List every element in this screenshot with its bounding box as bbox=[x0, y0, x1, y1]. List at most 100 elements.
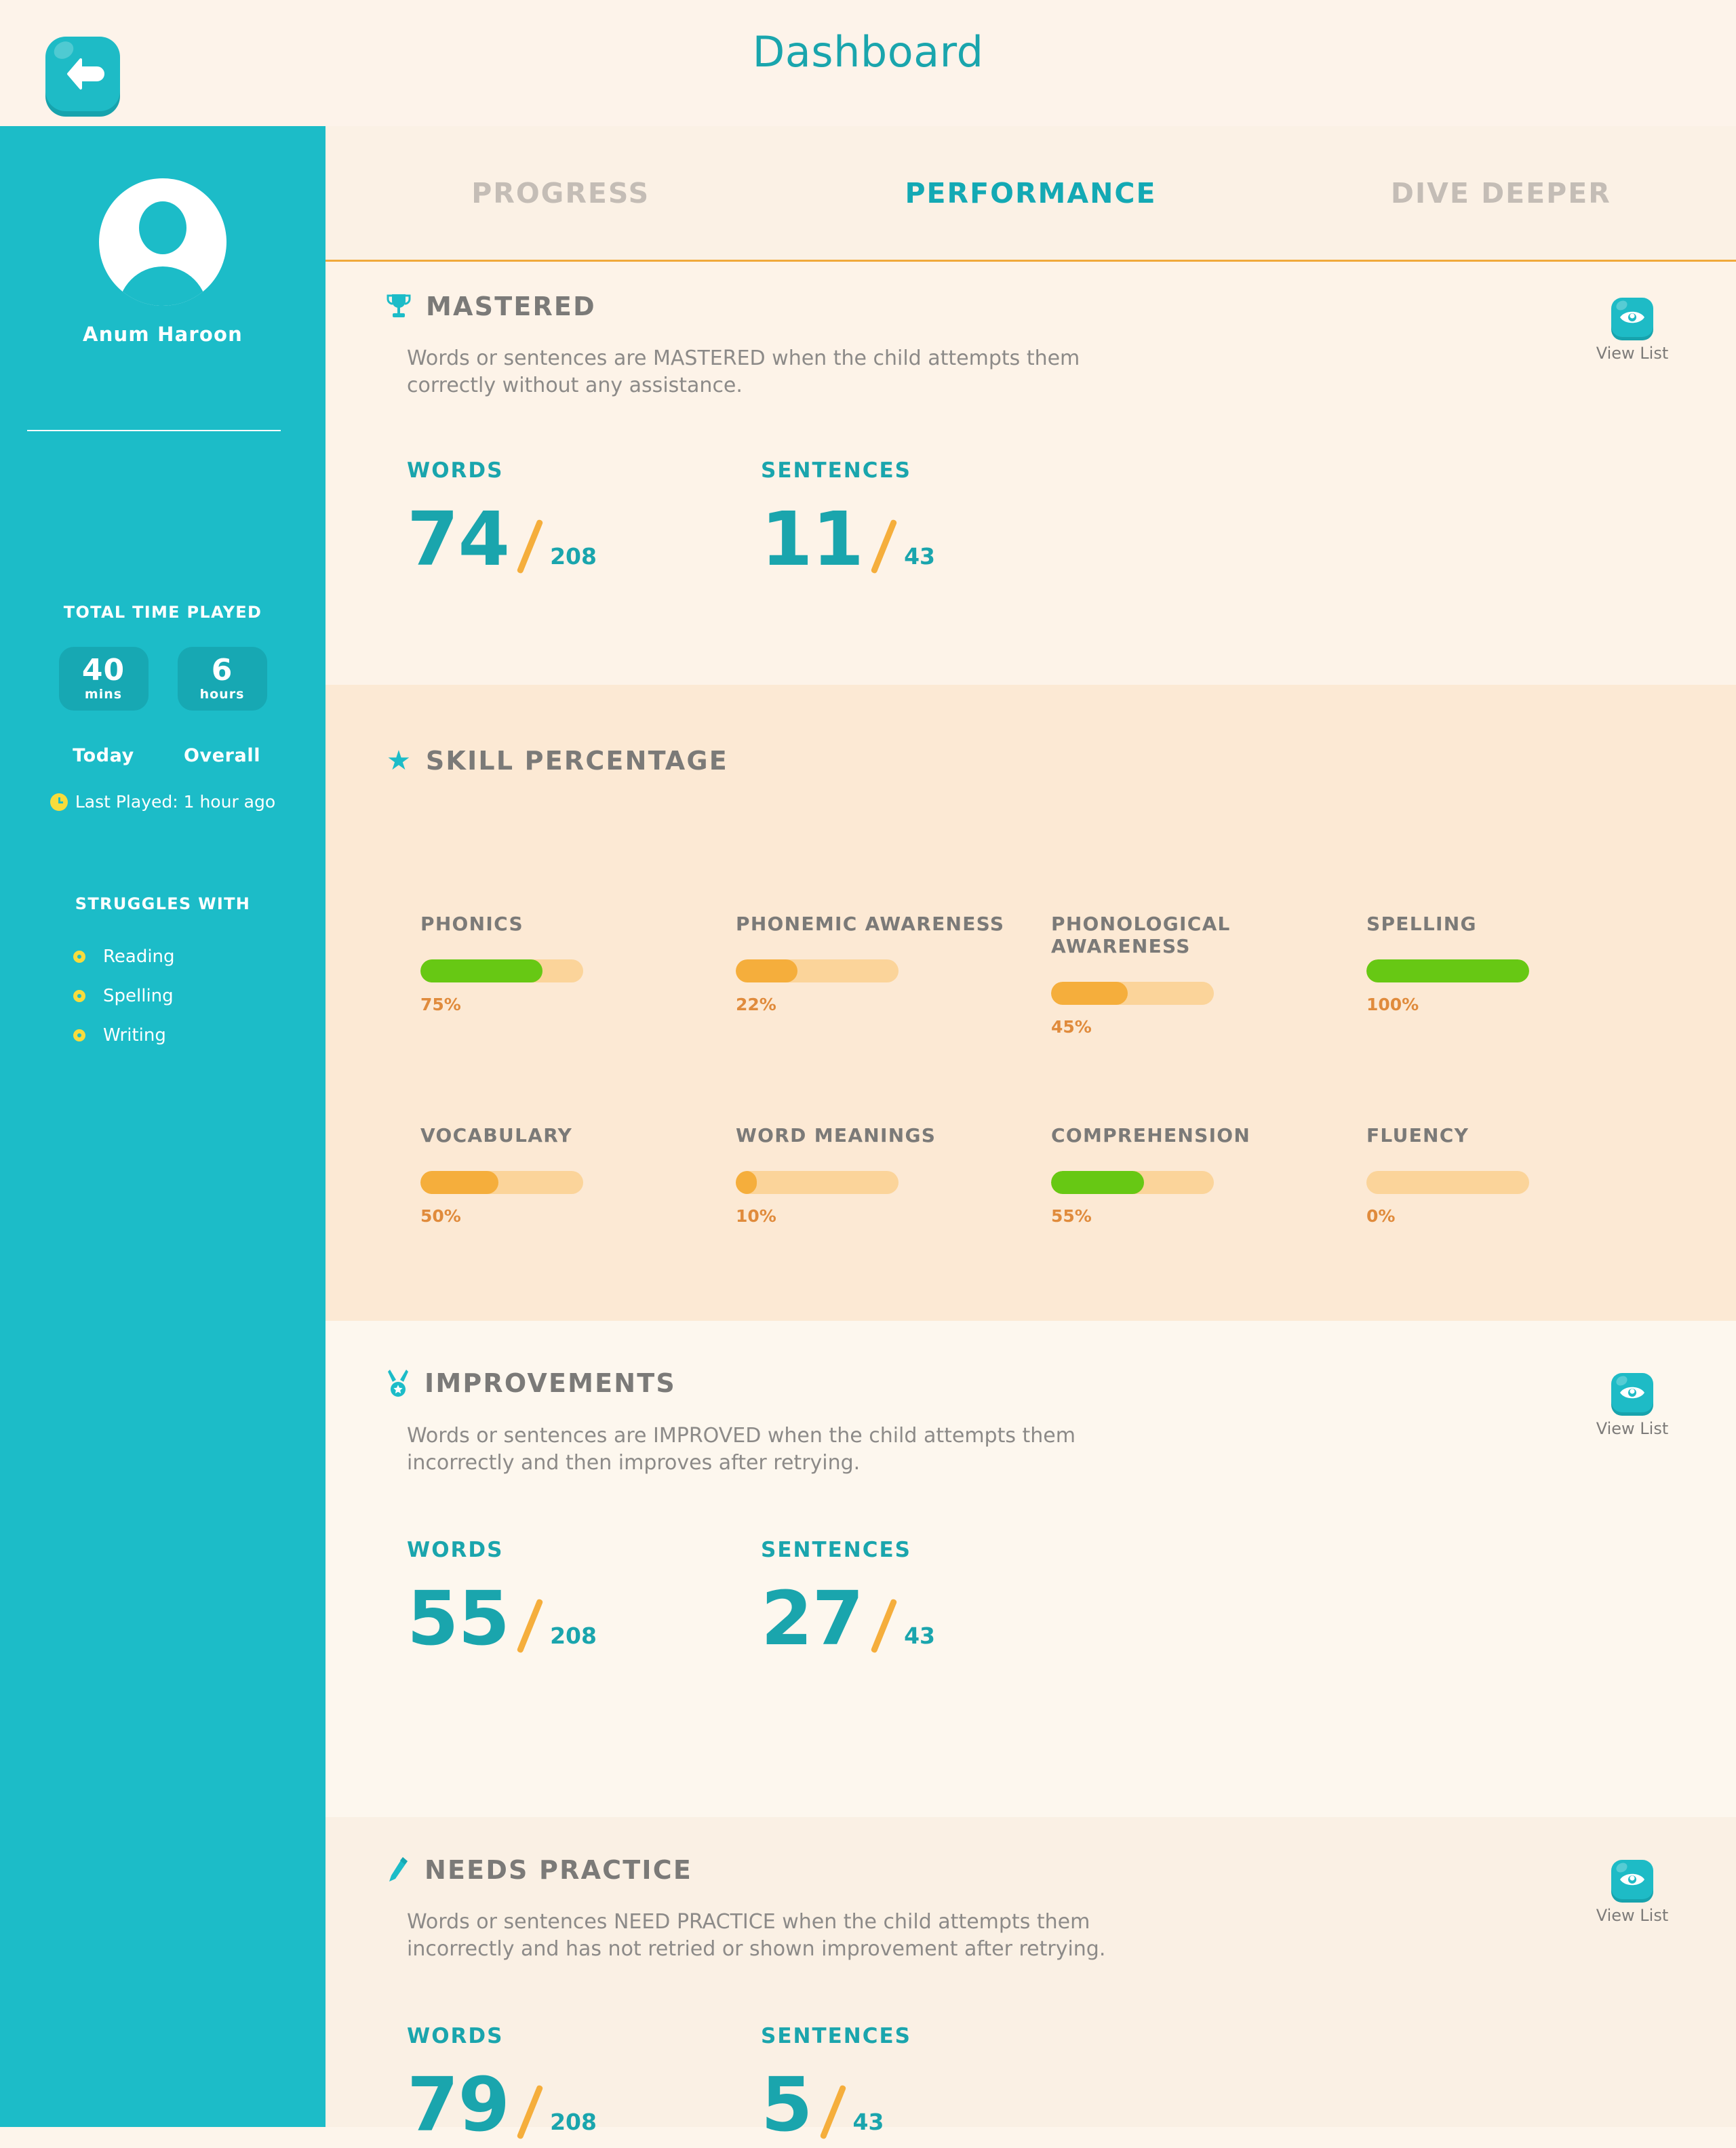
progress-fill bbox=[1051, 982, 1128, 1005]
improvements-description: Words or sentences are IMPROVED when the… bbox=[407, 1424, 1076, 1475]
stat-value: 74 208 bbox=[407, 495, 761, 582]
stat-total: 208 bbox=[550, 1623, 597, 1649]
skill-label: FLUENCY bbox=[1366, 1124, 1469, 1147]
progress-bar bbox=[736, 959, 899, 982]
time-captions: Today Overall bbox=[0, 745, 326, 766]
slash-icon bbox=[821, 2074, 850, 2139]
view-list-label: View List bbox=[1596, 1906, 1669, 1925]
time-overall-caption: Overall bbox=[183, 745, 261, 766]
last-played: Last Played: 1 hour ago bbox=[0, 792, 326, 812]
view-list-button-improvements[interactable]: View List bbox=[1588, 1373, 1676, 1438]
slash-icon bbox=[871, 1588, 901, 1653]
stat-value: 55 208 bbox=[407, 1577, 761, 1656]
view-list-label: View List bbox=[1596, 344, 1669, 363]
stat-total: 43 bbox=[904, 1623, 936, 1649]
stat-label: SENTENCES bbox=[761, 1538, 911, 1562]
improvements-stats: WORDS 55 208 SENTENCES 27 43 bbox=[407, 1538, 1115, 1656]
progress-bar bbox=[736, 1171, 899, 1194]
main-content: PROGRESS PERFORMANCE DIVE DEEPER MASTERE… bbox=[326, 126, 1736, 2142]
skill-item-phonological-awareness: PHONOLOGICAL AWARENESS 45% bbox=[1051, 913, 1366, 1037]
medal-icon bbox=[388, 1370, 408, 1397]
skill-percent: 55% bbox=[1051, 1206, 1092, 1226]
slash-icon bbox=[517, 2074, 547, 2139]
progress-fill bbox=[420, 959, 542, 982]
bullet-icon bbox=[73, 951, 85, 963]
skill-percent: 0% bbox=[1366, 1206, 1396, 1226]
skill-label: PHONEMIC AWARENESS bbox=[736, 913, 1005, 935]
avatar-head bbox=[139, 201, 186, 254]
sidebar: Anum Haroon TOTAL TIME PLAYED 40 mins 6 … bbox=[0, 126, 326, 2127]
mastered-stats: WORDS 74 208 SENTENCES 11 43 bbox=[407, 458, 1115, 582]
skill-label: PHONOLOGICAL AWARENESS bbox=[1051, 913, 1231, 957]
section-title: MASTERED bbox=[426, 292, 596, 321]
needs-practice-stats: WORDS 79 208 SENTENCES 5 43 bbox=[407, 2024, 1115, 2148]
skill-item-phonics: PHONICS 75% bbox=[420, 913, 736, 1037]
view-list-button-needs-practice[interactable]: View List bbox=[1588, 1860, 1676, 1925]
struggle-label: Writing bbox=[103, 1025, 166, 1046]
stat-number: 74 bbox=[407, 495, 510, 582]
eye-icon-box bbox=[1611, 1373, 1653, 1412]
progress-fill bbox=[420, 1171, 499, 1194]
skill-item-word-meanings: WORD MEANINGS 10% bbox=[736, 1124, 1051, 1226]
progress-bar bbox=[1051, 1171, 1214, 1194]
list-item: Reading bbox=[73, 937, 175, 976]
stat-label: WORDS bbox=[407, 458, 504, 483]
skill-percent: 10% bbox=[736, 1206, 776, 1226]
needs-practice-description: Words or sentences NEED PRACTICE when th… bbox=[407, 1910, 1106, 1961]
struggle-label: Spelling bbox=[103, 986, 174, 1006]
list-item: Spelling bbox=[73, 976, 175, 1016]
progress-bar bbox=[420, 1171, 583, 1194]
skill-percent: 22% bbox=[736, 995, 776, 1014]
stat-label: SENTENCES bbox=[761, 458, 911, 483]
stat-sentences: SENTENCES 11 43 bbox=[761, 458, 1115, 576]
pencil-icon bbox=[389, 1857, 408, 1882]
bullet-icon bbox=[73, 990, 85, 1002]
skill-percent: 50% bbox=[420, 1206, 461, 1226]
progress-bar bbox=[1366, 959, 1529, 982]
skill-label: VOCABULARY bbox=[420, 1124, 573, 1147]
stat-words: WORDS 55 208 bbox=[407, 1538, 761, 1656]
slash-icon bbox=[871, 509, 901, 574]
section-improvements: IMPROVEMENTS Words or sentences are IMPR… bbox=[326, 1321, 1736, 1817]
time-box-today: 40 mins bbox=[58, 647, 149, 711]
improvements-heading: IMPROVEMENTS bbox=[387, 1368, 676, 1398]
tab-performance[interactable]: PERFORMANCE bbox=[795, 177, 1265, 210]
progress-fill bbox=[1366, 959, 1529, 982]
time-overall-unit: hours bbox=[199, 687, 245, 702]
view-list-button-mastered[interactable]: View List bbox=[1588, 298, 1676, 363]
skill-label: SPELLING bbox=[1366, 913, 1477, 935]
stat-value: 27 43 bbox=[761, 1577, 1115, 1656]
skill-item-vocabulary: VOCABULARY 50% bbox=[420, 1124, 736, 1226]
section-title: SKILL PERCENTAGE bbox=[425, 746, 728, 776]
tab-progress[interactable]: PROGRESS bbox=[326, 177, 795, 210]
trophy-icon bbox=[387, 294, 411, 317]
time-overall-value: 6 bbox=[211, 653, 233, 688]
progress-bar bbox=[1366, 1171, 1529, 1194]
star-icon: ★ bbox=[387, 745, 411, 776]
eye-icon-box bbox=[1611, 298, 1653, 337]
stat-words: WORDS 74 208 bbox=[407, 458, 761, 582]
stat-total: 208 bbox=[550, 543, 597, 570]
mastered-description: Words or sentences are MASTERED when the… bbox=[407, 346, 1080, 397]
time-box-overall: 6 hours bbox=[177, 647, 267, 711]
stat-value: 5 43 bbox=[761, 2061, 1115, 2148]
time-today-caption: Today bbox=[73, 745, 134, 766]
stat-sentences: SENTENCES 27 43 bbox=[761, 1538, 1115, 1656]
tab-dive-deeper[interactable]: DIVE DEEPER bbox=[1266, 177, 1736, 210]
stat-total: 43 bbox=[852, 2109, 884, 2135]
last-played-text: Last Played: 1 hour ago bbox=[75, 792, 276, 812]
section-needs-practice: NEEDS PRACTICE Words or sentences NEED P… bbox=[326, 1817, 1736, 2142]
stat-total: 208 bbox=[550, 2109, 597, 2135]
time-today-value: 40 bbox=[81, 653, 125, 688]
stat-number: 5 bbox=[761, 2061, 813, 2148]
avatar bbox=[99, 178, 226, 306]
skill-heading: ★ SKILL PERCENTAGE bbox=[387, 746, 728, 776]
struggles-list: Reading Spelling Writing bbox=[73, 937, 175, 1055]
skill-percent: 45% bbox=[1051, 1017, 1092, 1037]
slash-icon bbox=[517, 1588, 547, 1653]
eye-icon bbox=[1620, 1873, 1644, 1886]
skill-label: COMPREHENSION bbox=[1051, 1124, 1251, 1147]
avatar-body bbox=[118, 266, 208, 306]
page-title: Dashboard bbox=[752, 27, 984, 77]
mastered-heading: MASTERED bbox=[387, 292, 596, 321]
